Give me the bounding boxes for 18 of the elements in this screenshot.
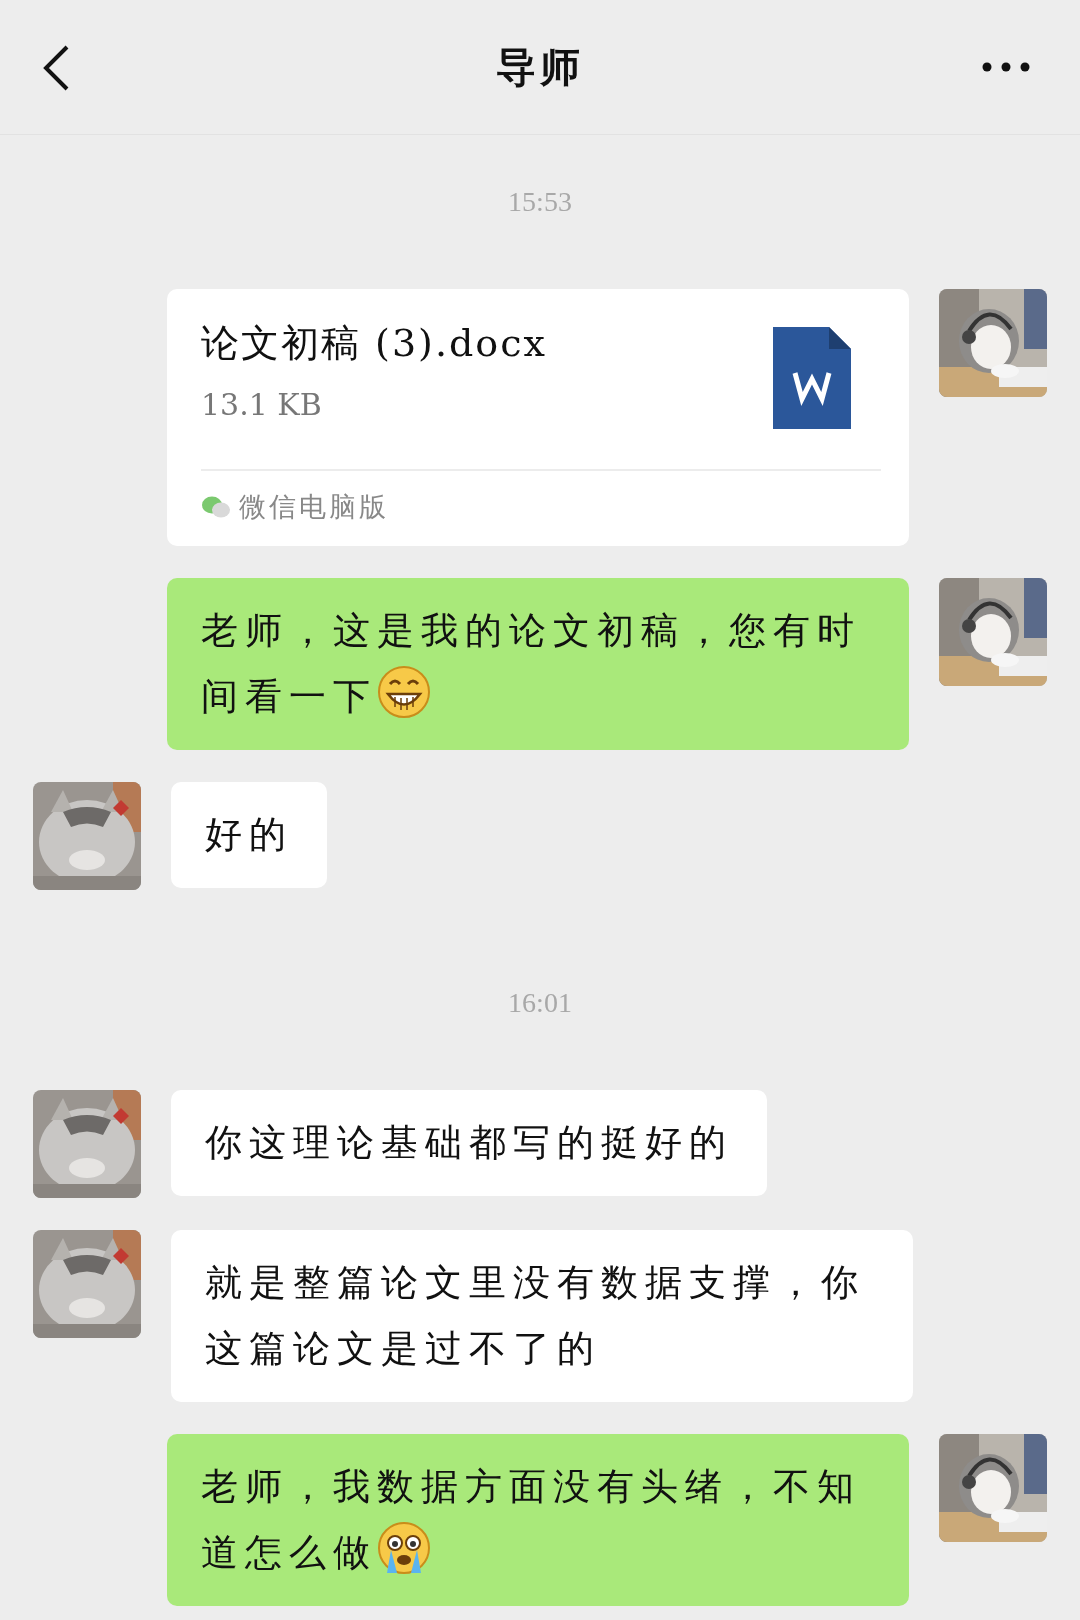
wechat-icon — [201, 495, 231, 520]
file-size: 13.1 KB — [201, 386, 323, 424]
message-bubble: 你这理论基础都写的挺好的 — [171, 1089, 767, 1196]
source-label: 微信电脑版 — [239, 490, 389, 524]
back-icon[interactable] — [42, 44, 70, 92]
chat-title: 导师 — [496, 43, 584, 92]
timestamp: 15:53 — [508, 186, 572, 217]
message-bubble: 就是整篇论文里没有数据支撑，你这篇论文是过不了的 — [171, 1229, 913, 1402]
crying-face-icon — [377, 1520, 431, 1575]
file-name: 论文初稿 (3).docx — [201, 320, 547, 367]
message-bubble: 老师，我数据方面没有头绪，不知道怎么做 — [167, 1433, 909, 1606]
grinning-face-icon — [377, 664, 431, 719]
timestamp: 16:01 — [508, 986, 572, 1018]
message-bubble: 好的 — [171, 781, 327, 888]
message-bubble: 老师，这是我的论文初稿，您有时间看一下 — [167, 577, 909, 750]
word-document-icon — [773, 327, 851, 429]
more-icon[interactable] — [982, 62, 1030, 72]
file-card[interactable]: 论文初稿 (3).docx 13.1 KB 微信电脑版 — [167, 289, 909, 546]
